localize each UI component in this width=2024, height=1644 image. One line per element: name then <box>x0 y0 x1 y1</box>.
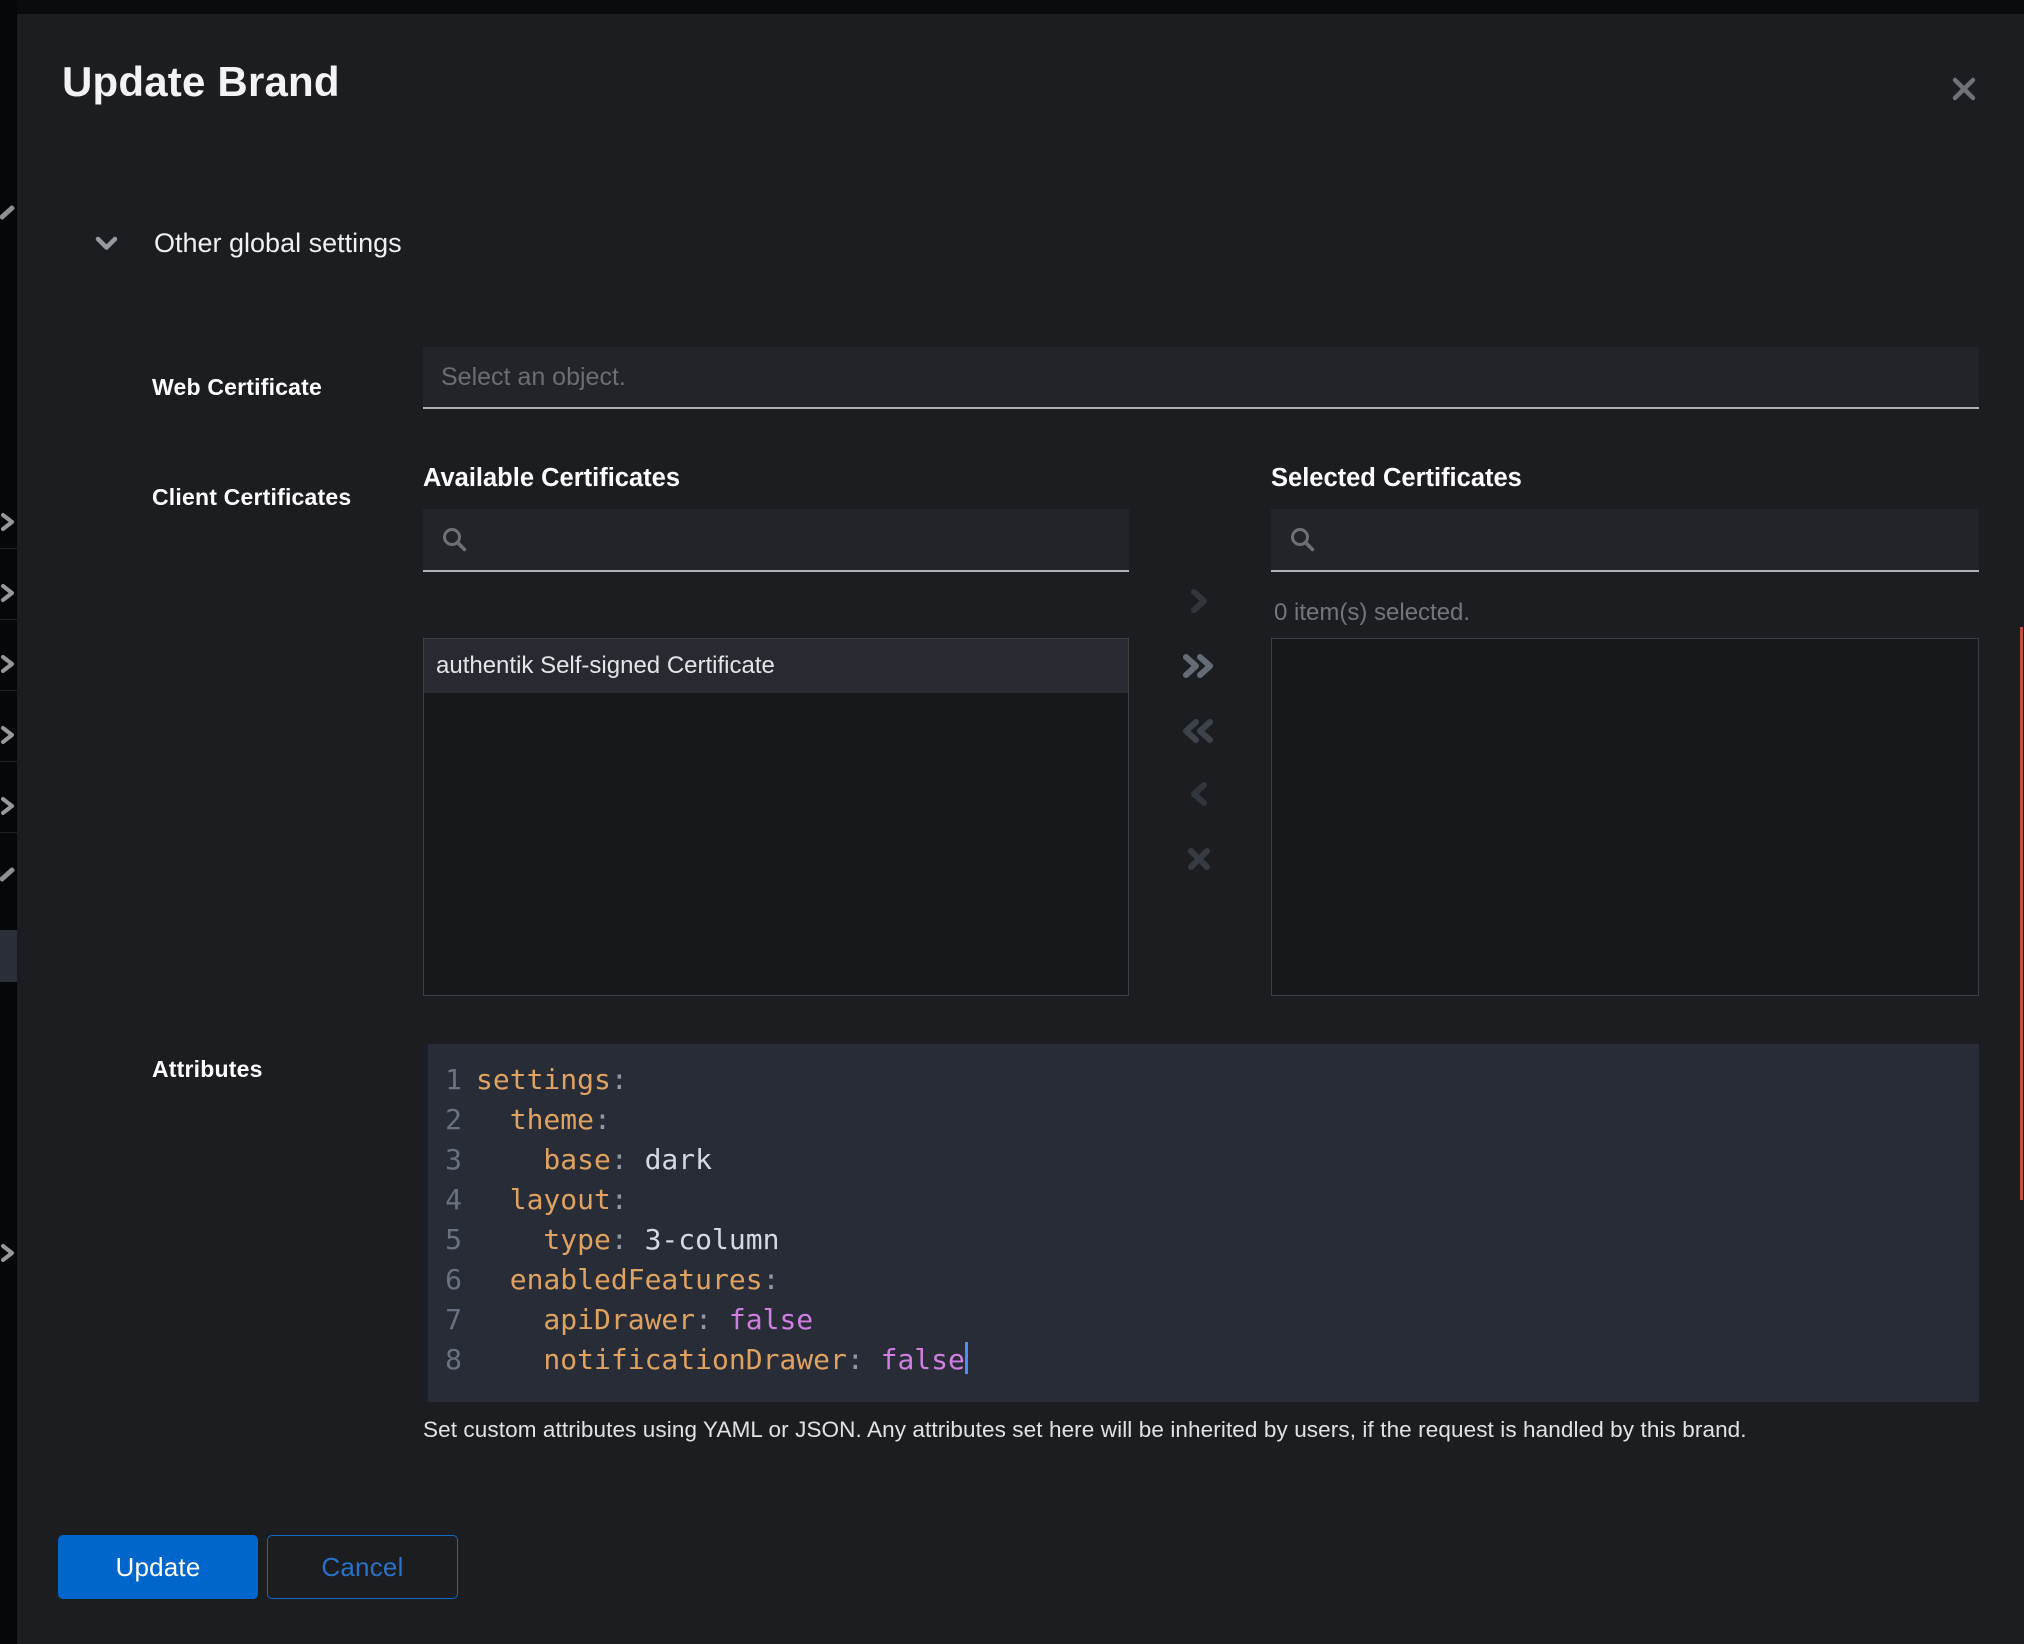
client-certificates-label: Client Certificates <box>152 484 351 511</box>
code-line: 1settings: <box>428 1060 1979 1100</box>
available-certificates-header: Available Certificates <box>423 464 680 493</box>
check-icon-fragment <box>0 867 15 883</box>
attributes-label: Attributes <box>152 1056 263 1083</box>
available-search-box <box>423 509 1129 572</box>
highlighted-row-fragment <box>0 930 17 982</box>
code-line: 5 type: 3-column <box>428 1220 1979 1260</box>
selected-count-status: 0 item(s) selected. <box>1274 599 1470 627</box>
attributes-help-text: Set custom attributes using YAML or JSON… <box>423 1417 1923 1443</box>
cancel-button[interactable]: Cancel <box>267 1535 458 1599</box>
section-label: Other global settings <box>154 228 402 259</box>
chevron-right-icon <box>0 725 15 750</box>
red-edge-line <box>2020 627 2023 1200</box>
page-title: Update Brand <box>62 58 340 106</box>
add-selected-icon[interactable] <box>1173 577 1225 625</box>
attributes-code-editor[interactable]: 1settings: 2 theme: 3 base: dark 4 layou… <box>423 1044 1979 1402</box>
code-line: 4 layout: <box>428 1180 1979 1220</box>
clear-selection-icon[interactable] <box>1173 835 1225 883</box>
web-certificate-input[interactable] <box>423 347 1979 409</box>
chevron-right-icon <box>0 796 15 821</box>
code-line: 7 apiDrawer: false <box>428 1300 1979 1340</box>
update-brand-modal: Update Brand Other global settings Web C… <box>17 14 2024 1644</box>
chevron-right-icon <box>0 583 15 608</box>
add-all-icon[interactable] <box>1173 642 1225 690</box>
selected-certificates-header: Selected Certificates <box>1271 464 1522 493</box>
code-line: 6 enabledFeatures: <box>428 1260 1979 1300</box>
list-item[interactable]: authentik Self-signed Certificate <box>424 639 1128 693</box>
code-line: 3 base: dark <box>428 1140 1979 1180</box>
remove-all-icon[interactable] <box>1173 707 1225 755</box>
web-certificate-label: Web Certificate <box>152 374 322 401</box>
search-icon <box>1289 526 1316 553</box>
chevron-right-icon <box>0 512 15 537</box>
text-cursor <box>965 1342 968 1374</box>
screen: Update Brand Other global settings Web C… <box>0 0 2024 1644</box>
code-line: 2 theme: <box>428 1100 1979 1140</box>
update-button[interactable]: Update <box>58 1535 258 1599</box>
remove-selected-icon[interactable] <box>1173 770 1225 818</box>
chevron-right-icon <box>0 1243 15 1268</box>
search-icon <box>441 526 468 553</box>
available-certificates-list[interactable]: authentik Self-signed Certificate <box>423 638 1129 996</box>
chevron-right-icon <box>0 654 15 679</box>
selected-certificates-list[interactable] <box>1271 638 1979 996</box>
code-line: 8 notificationDrawer: false <box>428 1340 1979 1380</box>
edit-icon-fragment <box>0 205 15 221</box>
chevron-down-icon <box>77 236 118 251</box>
close-icon[interactable] <box>1945 70 1983 108</box>
available-search-input[interactable] <box>468 509 1129 570</box>
section-toggle-other-global-settings[interactable]: Other global settings <box>77 228 402 259</box>
selected-search-box <box>1271 509 1979 572</box>
background-page-sliver <box>0 0 17 1644</box>
selected-search-input[interactable] <box>1316 509 1979 570</box>
